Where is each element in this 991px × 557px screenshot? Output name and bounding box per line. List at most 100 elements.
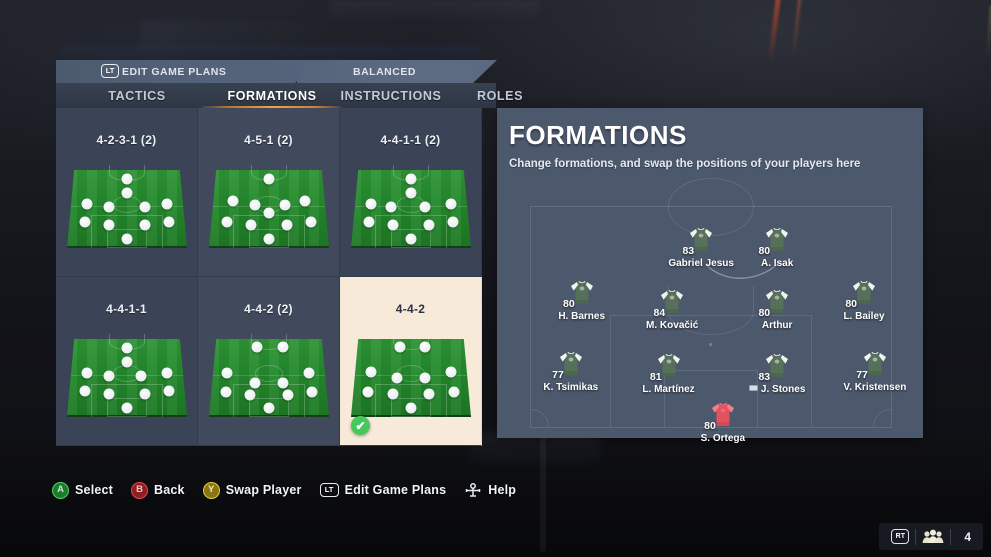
formation-card-label: 4-4-1-1 <box>106 302 147 316</box>
player-rating: 80 <box>758 244 771 257</box>
formation-position-dot <box>423 219 435 231</box>
formation-position-dot <box>121 187 133 199</box>
player-token-gk[interactable]: 80 S. Ortega <box>675 402 771 444</box>
formation-position-dot <box>245 219 257 231</box>
formation-card-label: 4-4-1-1 (2) <box>380 133 441 147</box>
b-button-icon: B <box>131 481 149 499</box>
action-bar: A Select B Back Y Swap Player LT Edit Game Plan… <box>0 472 991 508</box>
formation-position-dot <box>405 402 417 414</box>
player-name: J. Stones <box>729 384 825 395</box>
formation-position-dot <box>299 195 311 207</box>
player-token-cm[interactable]: 84 M. Kovačić <box>624 289 720 331</box>
player-name: L. Bailey <box>816 311 912 322</box>
formation-card-4-5-12[interactable]: 4-5-1 (2) <box>198 108 340 277</box>
player-token-cb[interactable]: 81 L. Martínez <box>621 353 717 395</box>
formation-position-dot <box>139 388 151 400</box>
lineup-pitch[interactable]: 83 Gabriel Jesus 80 A. Isak 80 H. Barnes 84 M. … <box>530 178 906 444</box>
formation-position-dot <box>423 388 435 400</box>
action-label: Help <box>488 483 517 497</box>
action-swap-player[interactable]: Y Swap Player <box>202 481 302 499</box>
formation-position-dot <box>365 366 377 378</box>
formation-card-4-4-1-12[interactable]: 4-4-1-1 (2) <box>340 108 482 277</box>
player-rating: 83 <box>758 371 771 384</box>
formation-position-dot <box>161 367 173 379</box>
detail-subtitle: Change formations, and swap the position… <box>509 158 861 170</box>
player-name: K. Tsimikas <box>523 382 619 393</box>
player-token-lb[interactable]: 77 K. Tsimikas <box>523 351 619 393</box>
player-rating: 77 <box>552 368 564 381</box>
formation-position-dot <box>391 372 403 384</box>
formation-card-4-4-2[interactable]: 4-4-2 ✔ <box>340 277 482 446</box>
squad-count-segment: 4 <box>951 523 977 550</box>
formation-position-dot <box>103 388 115 400</box>
captain-armband-icon <box>748 385 758 392</box>
formation-card-4-2-3-12[interactable]: 4-2-3-1 (2) <box>56 108 198 277</box>
formation-preview-pitch <box>209 334 329 417</box>
formation-position-dot <box>103 201 115 213</box>
player-kit-icon: 83 <box>682 227 716 257</box>
action-help[interactable]: Help <box>464 482 517 498</box>
player-token-cm[interactable]: 80 Arthur <box>729 289 825 331</box>
formation-position-dot <box>163 385 175 397</box>
formation-position-dot <box>448 386 460 398</box>
tab-roles-label: ROLES <box>476 88 524 103</box>
tab-tactics[interactable]: TACTICS <box>78 83 196 108</box>
game-plan-name-chip[interactable]: BALANCED <box>297 60 497 83</box>
squad-segment[interactable] <box>916 523 950 550</box>
player-token-lm[interactable]: 80 H. Barnes <box>534 280 630 322</box>
formation-position-dot <box>121 402 133 414</box>
tab-roles[interactable]: ROLES <box>454 83 546 108</box>
action-select[interactable]: A Select <box>52 481 114 499</box>
formation-card-4-4-22[interactable]: 4-4-2 (2) <box>198 277 340 446</box>
rt-button-icon: RT <box>891 529 910 544</box>
player-name: M. Kovačić <box>624 320 720 331</box>
formation-position-dot <box>121 342 133 354</box>
formation-position-dot <box>139 201 151 213</box>
player-name-text: Gabriel Jesus <box>668 257 734 269</box>
player-name-text: S. Ortega <box>700 432 746 444</box>
formation-position-dot <box>405 233 417 245</box>
formation-position-dot <box>220 386 232 398</box>
action-edit-game-plans[interactable]: LT Edit Game Plans <box>319 483 447 497</box>
formation-position-dot <box>279 199 291 211</box>
y-button-icon: Y <box>202 481 220 499</box>
formation-position-dot <box>405 187 417 199</box>
player-token-rb[interactable]: 77 V. Kristensen <box>827 351 923 393</box>
formation-position-dot <box>263 173 275 185</box>
formation-position-dot <box>135 370 147 382</box>
tab-tactics-label: TACTICS <box>108 88 166 103</box>
player-name-text: V. Kristensen <box>843 381 907 393</box>
formation-card-label: 4-2-3-1 (2) <box>96 133 157 147</box>
formation-position-dot <box>394 341 406 353</box>
formation-position-dot <box>363 216 375 228</box>
formation-position-dot <box>419 201 431 213</box>
formation-position-dot <box>161 198 173 210</box>
player-rating: 84 <box>653 306 666 319</box>
edit-game-plans-chip[interactable]: LT EDIT GAME PLANS <box>56 60 316 83</box>
formation-preview-pitch <box>209 165 329 248</box>
formation-position-dot <box>81 198 93 210</box>
formation-position-dot <box>221 367 233 379</box>
formation-card-4-4-1-1[interactable]: 4-4-1-1 <box>56 277 198 446</box>
action-back[interactable]: B Back <box>131 481 185 499</box>
formation-position-dot <box>387 219 399 231</box>
formation-position-dot <box>419 372 431 384</box>
formation-position-dot <box>263 402 275 414</box>
player-rating: 81 <box>649 371 662 384</box>
player-token-st[interactable]: 80 A. Isak <box>729 227 825 269</box>
formation-position-dot <box>221 216 233 228</box>
formation-position-dot <box>251 341 263 353</box>
squad-icon <box>922 529 944 543</box>
a-button-icon: A <box>52 481 69 499</box>
tab-instructions-label: INSTRUCTIONS <box>340 88 442 103</box>
background-streak <box>791 0 802 58</box>
action-label: Swap Player <box>225 483 302 497</box>
background-streak <box>140 20 360 50</box>
selected-check-icon: ✔ <box>351 416 370 435</box>
formation-position-dot <box>447 216 459 228</box>
rt-button-segment[interactable]: RT <box>885 523 915 550</box>
player-token-rm[interactable]: 80 L. Bailey <box>816 280 912 322</box>
player-name: Arthur <box>729 320 825 331</box>
action-label: Select <box>75 483 114 497</box>
player-token-cb[interactable]: 83 J. Stones <box>729 353 825 395</box>
